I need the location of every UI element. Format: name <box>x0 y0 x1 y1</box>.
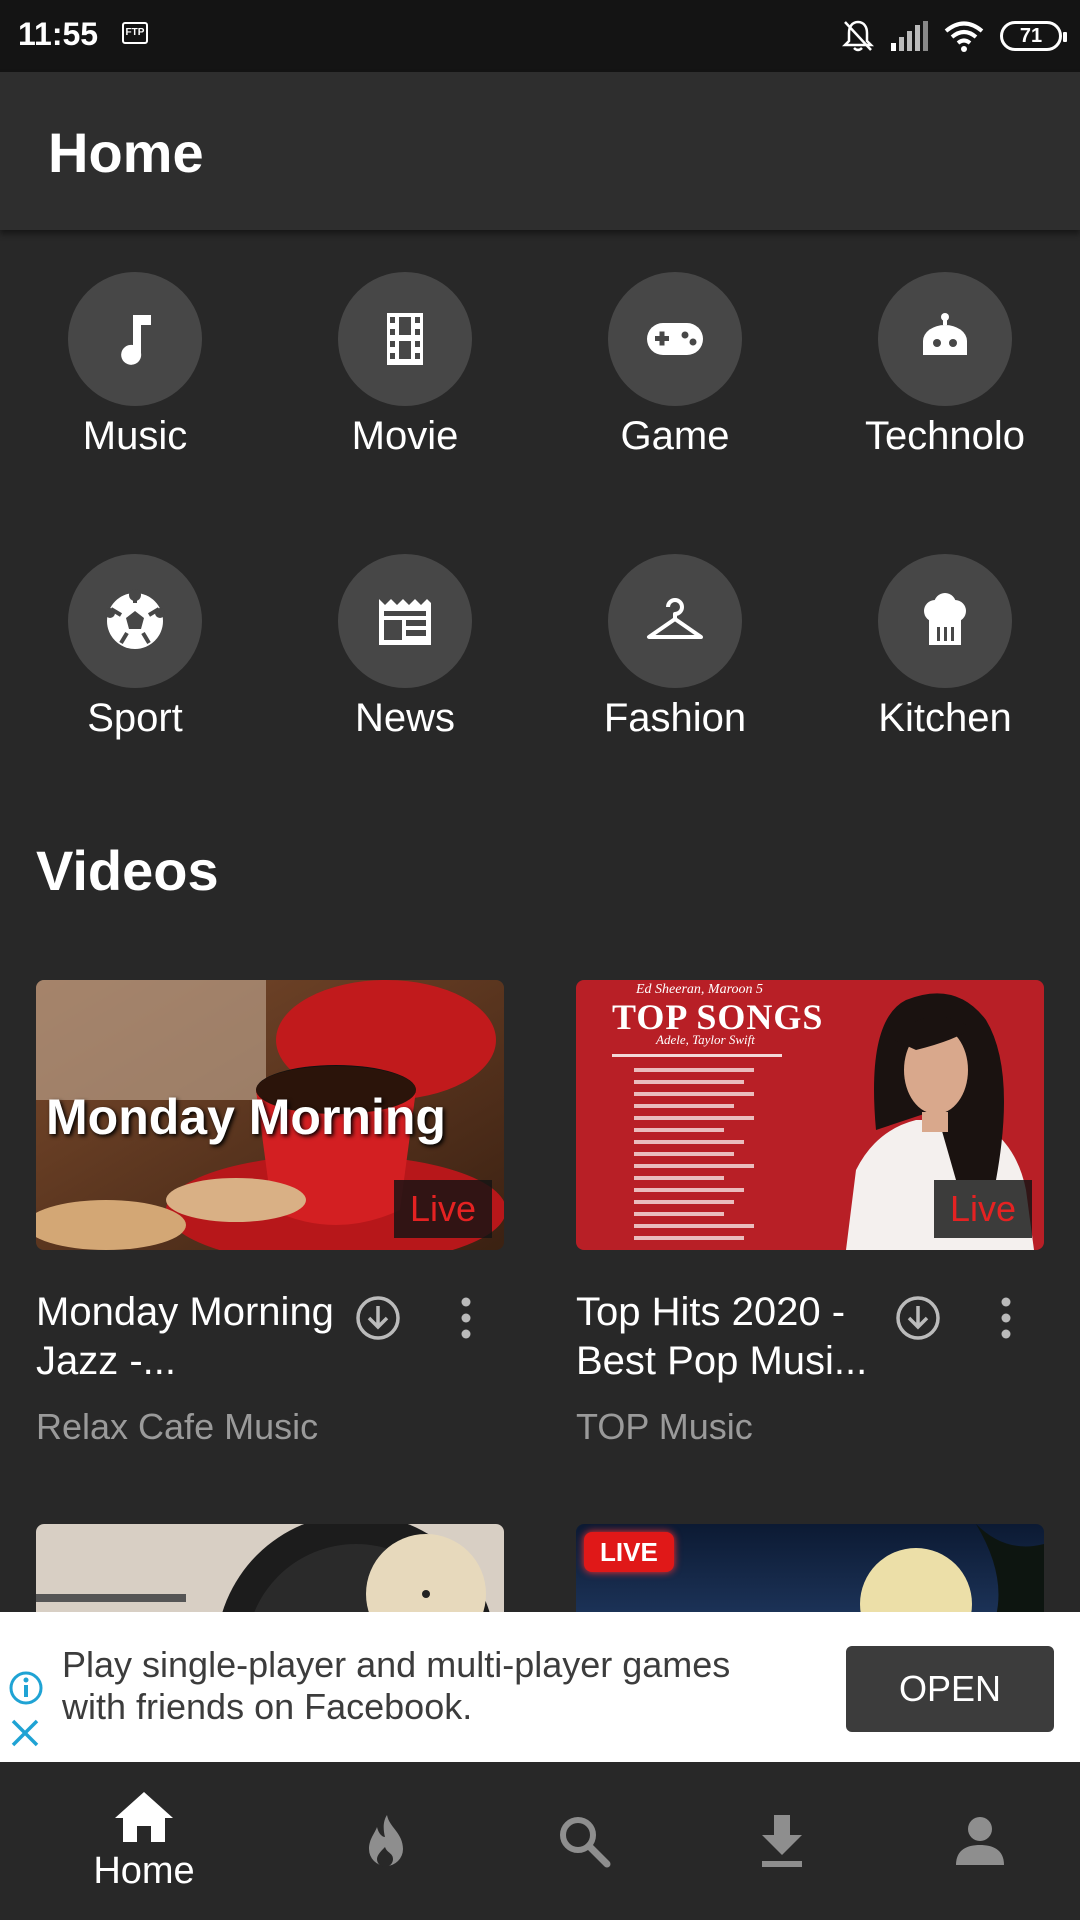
gamepad-icon <box>608 272 742 406</box>
close-icon[interactable] <box>10 1718 40 1748</box>
ad-open-button[interactable]: OPEN <box>846 1646 1054 1732</box>
category-news[interactable]: News <box>270 554 540 741</box>
nav-search[interactable] <box>476 1762 692 1920</box>
search-icon <box>560 1817 611 1868</box>
chef-hat-icon <box>878 554 1012 688</box>
ftp-badge: FTP <box>122 22 148 44</box>
app-bar: Home <box>0 72 1080 230</box>
nav-home[interactable]: Home <box>36 1762 252 1920</box>
category-label: News <box>354 696 456 740</box>
trending-fire-icon <box>369 1815 403 1867</box>
nav-account[interactable] <box>872 1762 1080 1920</box>
film-icon <box>338 272 472 406</box>
live-badge: Live <box>933 1180 1032 1238</box>
hanger-icon <box>608 554 742 688</box>
video-title[interactable]: Top Hits 2020 - Best Pop Musi... <box>576 1288 916 1386</box>
nav-home-label: Home <box>93 1849 195 1892</box>
category-technology[interactable]: Technolo <box>810 272 1080 459</box>
live-badge: Live <box>393 1180 492 1238</box>
video-thumbnail[interactable]: Monday Morning Live <box>36 980 504 1250</box>
page-title: Home <box>48 121 204 184</box>
thumbnail-subtext-2: Adele, Taylor Swift <box>656 1032 755 1047</box>
battery-icon: 71 <box>1000 21 1067 51</box>
ad-banner[interactable]: Play single-player and multi-player game… <box>0 1612 1080 1762</box>
category-game[interactable]: Game <box>540 272 810 459</box>
soccer-ball-icon <box>68 554 202 688</box>
ad-text: Play single-player and multi-player game… <box>62 1644 731 1727</box>
category-label: Kitchen <box>878 696 1012 740</box>
signal-icon <box>891 21 928 51</box>
category-fashion[interactable]: Fashion <box>540 554 810 741</box>
home-icon <box>115 1791 173 1842</box>
video-thumbnail-partial[interactable] <box>36 1524 504 1616</box>
download-circle-icon[interactable] <box>354 1294 402 1342</box>
more-vert-icon[interactable] <box>452 1294 480 1342</box>
bottom-navigation: Home <box>0 1762 1080 1920</box>
newspaper-icon <box>338 554 472 688</box>
status-icons: 71 <box>842 18 1067 54</box>
music-note-icon <box>68 272 202 406</box>
nav-trending[interactable] <box>278 1762 494 1920</box>
thumbnail-image <box>36 1524 504 1616</box>
robot-icon <box>878 272 1012 406</box>
info-icon[interactable] <box>8 1670 44 1706</box>
category-kitchen[interactable]: Kitchen <box>810 554 1080 741</box>
wifi-icon <box>944 21 984 52</box>
category-label: Game <box>620 414 730 458</box>
account-icon <box>956 1817 1004 1865</box>
category-music[interactable]: Music <box>0 272 270 459</box>
video-channel: TOP Music <box>576 1406 753 1447</box>
download-circle-icon[interactable] <box>894 1294 942 1342</box>
videos-section-title: Videos <box>36 839 219 902</box>
video-channel: Relax Cafe Music <box>36 1406 319 1447</box>
category-label: Sport <box>87 696 183 740</box>
video-title[interactable]: Monday Morning Jazz -... <box>36 1288 376 1386</box>
nav-downloads[interactable] <box>674 1762 890 1920</box>
category-sport[interactable]: Sport <box>0 554 270 741</box>
category-label: Technolo <box>864 414 1026 458</box>
thumbnail-text: Monday Morning <box>46 1089 446 1145</box>
more-vert-icon[interactable] <box>992 1294 1020 1342</box>
video-thumbnail[interactable]: Ed Sheeran, Maroon 5 TOP SONGS Adele, Ta… <box>576 980 1044 1250</box>
live-badge-partial: LIVE <box>584 1532 674 1572</box>
video-thumbnail-partial[interactable]: LIVE <box>576 1524 1044 1616</box>
mute-bell-icon <box>842 20 874 52</box>
category-label: Movie <box>351 414 459 458</box>
category-label: Fashion <box>603 696 747 740</box>
status-time: 11:55 <box>18 16 99 52</box>
category-label: Music <box>82 414 188 458</box>
download-icon <box>762 1815 802 1867</box>
status-bar: 11:55 FTP 71 <box>0 0 1080 72</box>
category-movie[interactable]: Movie <box>270 272 540 459</box>
